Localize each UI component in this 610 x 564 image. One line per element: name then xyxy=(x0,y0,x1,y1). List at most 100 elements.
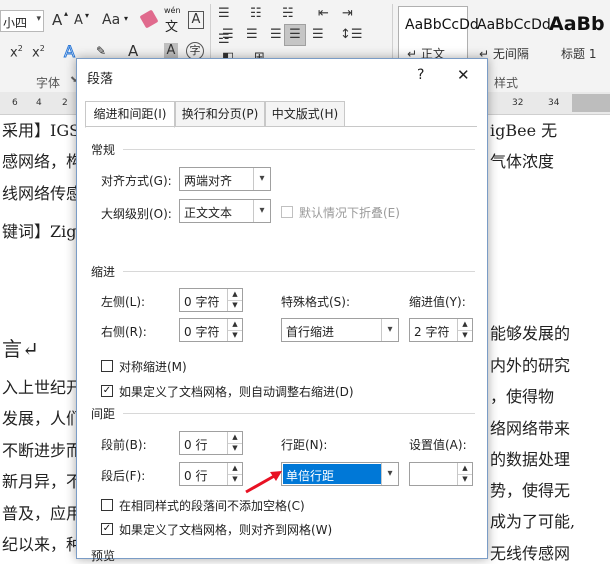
spinner-buttons[interactable]: ▲ ▼ xyxy=(227,432,242,454)
style-normal[interactable]: AaBbCcDd ↵ 正文 xyxy=(398,6,479,64)
auto-adjust-indent-checkbox[interactable]: ✓ xyxy=(101,385,113,397)
bullets-icon[interactable]: ☰ xyxy=(218,6,230,21)
spin-down-icon[interactable]: ▼ xyxy=(228,443,242,454)
superscript-button[interactable]: x2 xyxy=(10,44,23,60)
line-spacing-label: 行距(N): xyxy=(281,438,328,452)
spinner-buttons[interactable]: ▲ ▼ xyxy=(457,319,472,341)
chevron-down-icon: ▾ xyxy=(253,200,270,222)
indent-by-spinner[interactable]: 2 字符 ▲ ▼ xyxy=(409,318,473,342)
align-right-icon[interactable]: ☰ xyxy=(270,27,282,42)
eraser-icon[interactable] xyxy=(139,9,159,29)
alignment-select[interactable]: 两端对齐 ▾ xyxy=(179,167,271,191)
chevron-down-icon: ▾ xyxy=(381,319,398,341)
align-center-icon[interactable]: ☰ xyxy=(246,27,258,42)
special-indent-select[interactable]: 首行缩进 ▾ xyxy=(281,318,399,342)
outline-level-label: 大纲级别(O): xyxy=(101,207,172,221)
tab-asian-typography[interactable]: 中文版式(H) xyxy=(265,101,345,127)
alignment-value: 两端对齐 xyxy=(184,174,233,188)
grow-font-button[interactable]: A xyxy=(52,11,62,29)
chevron-down-icon: ▾ xyxy=(124,14,129,23)
snap-to-grid-label: 如果定义了文档网格，则对齐到网格(W) xyxy=(119,523,333,537)
phonetic-guide-button[interactable]: wén 文 xyxy=(164,6,182,35)
space-before-label: 段前(B): xyxy=(101,438,147,452)
line-spacing-value: 单倍行距 xyxy=(286,469,335,483)
font-size-combo[interactable]: 小四 ▾ xyxy=(0,10,44,32)
tab-indents-spacing[interactable]: 缩进和间距(I) xyxy=(85,101,175,128)
subscript-label: x xyxy=(32,45,40,61)
font-group-label: 字体 xyxy=(36,76,61,90)
change-case-button[interactable]: Aa xyxy=(102,12,120,28)
spin-down-icon[interactable]: ▼ xyxy=(458,330,472,341)
decrease-indent-icon[interactable]: ⇤ xyxy=(318,6,329,21)
line-spacing-select[interactable]: 单倍行距 ▾ xyxy=(281,462,399,486)
spinner-buttons[interactable]: ▲ ▼ xyxy=(227,319,242,341)
doc-line: 线网络传感 xyxy=(2,184,83,203)
annotation-arrow xyxy=(245,471,282,494)
collapse-by-default-checkbox[interactable] xyxy=(281,206,293,218)
outline-level-value: 正文文本 xyxy=(184,206,233,220)
space-before-spinner[interactable]: 0 行 ▲ ▼ xyxy=(179,431,243,455)
phonetic-label: wén xyxy=(164,6,181,15)
multilevel-list-icon[interactable]: ☵ xyxy=(282,6,294,21)
space-after-spinner[interactable]: 0 行 ▲ ▼ xyxy=(179,462,243,486)
style-sample: AaBbCcDd xyxy=(477,17,551,33)
spin-down-icon[interactable]: ▼ xyxy=(458,474,472,485)
shrink-font-button[interactable]: A xyxy=(74,13,83,28)
general-heading: 常规 xyxy=(91,143,116,157)
indent-right-value: 0 字符 xyxy=(184,325,220,339)
help-button[interactable]: ? xyxy=(417,67,424,83)
doc-line: 能够发展的 xyxy=(490,324,571,343)
char-border-button[interactable]: A xyxy=(188,11,204,29)
text-effect-button[interactable]: A xyxy=(64,42,76,62)
spinner-buttons[interactable]: ▲ ▼ xyxy=(227,289,242,311)
doc-line: igBee 无 xyxy=(490,121,558,140)
subscript-button[interactable]: x2 xyxy=(32,44,45,60)
spinner-buttons[interactable]: ▲ ▼ xyxy=(227,463,242,485)
tab-line-page-breaks[interactable]: 换行和分页(P) xyxy=(175,101,265,127)
indent-by-label: 缩进值(Y): xyxy=(409,295,466,309)
line-spacing-icon[interactable]: ↕☰ xyxy=(340,27,363,42)
style-no-spacing[interactable]: AaBbCcDd ↵ 无间隔 xyxy=(470,6,551,64)
spin-down-icon[interactable]: ▼ xyxy=(228,330,242,341)
doc-line: 纪以来，种 xyxy=(2,535,83,554)
snap-to-grid-checkbox[interactable]: ✓ xyxy=(101,523,113,535)
line-spacing-at-spinner[interactable]: ▲ ▼ xyxy=(409,462,473,486)
spinner-buttons[interactable]: ▲ ▼ xyxy=(457,463,472,485)
doc-line: 势，使得无 xyxy=(490,481,571,500)
no-space-same-style-checkbox[interactable] xyxy=(101,499,113,511)
mirror-indents-label: 对称缩进(M) xyxy=(119,360,187,374)
space-after-label: 段后(F): xyxy=(101,469,146,483)
close-icon[interactable]: ✕ xyxy=(457,66,470,84)
increase-indent-icon[interactable]: ⇥ xyxy=(342,6,353,21)
ruler-tick-label: 2 xyxy=(62,98,68,108)
special-indent-label: 特殊格式(S): xyxy=(281,295,351,309)
outline-level-select[interactable]: 正文文本 ▾ xyxy=(179,199,271,223)
ruler-tick-label: 4 xyxy=(36,98,42,108)
doc-line: 的数据处理 xyxy=(490,450,571,469)
distributed-icon[interactable]: ☰ xyxy=(312,27,324,42)
chevron-down-icon: ▾ xyxy=(36,14,41,24)
indent-left-spinner[interactable]: 0 字符 ▲ ▼ xyxy=(179,288,243,312)
tab-panel-border xyxy=(85,126,477,127)
char-shading-button[interactable]: A xyxy=(164,43,178,59)
style-group-label: 样式 xyxy=(494,76,519,90)
doc-line: ，使得物 xyxy=(490,387,555,406)
ruler-tick-label: 32 xyxy=(512,98,524,108)
style-heading-1[interactable]: AaBb 标题 1 xyxy=(542,6,610,64)
numbering-icon[interactable]: ☷ xyxy=(250,6,262,21)
spin-down-icon[interactable]: ▼ xyxy=(228,474,242,485)
indent-right-spinner[interactable]: 0 字符 ▲ ▼ xyxy=(179,318,243,342)
doc-line: 感网络，构 xyxy=(2,152,83,171)
doc-line: 络网络带来 xyxy=(490,419,571,438)
chevron-down-icon: ▾ xyxy=(253,168,270,190)
style-sample: AaBb xyxy=(549,13,605,35)
alignment-label: 对齐方式(G): xyxy=(101,174,172,188)
mirror-indents-checkbox[interactable] xyxy=(101,360,113,372)
grow-font-icon: ▴ xyxy=(64,9,69,18)
spin-down-icon[interactable]: ▼ xyxy=(228,300,242,311)
indent-heading: 缩进 xyxy=(91,265,116,279)
align-left-icon[interactable]: ☰ xyxy=(222,27,234,42)
doc-heading: 言↵ xyxy=(2,337,39,361)
justify-icon[interactable]: ☰ xyxy=(284,24,306,46)
space-before-value: 0 行 xyxy=(184,438,208,452)
